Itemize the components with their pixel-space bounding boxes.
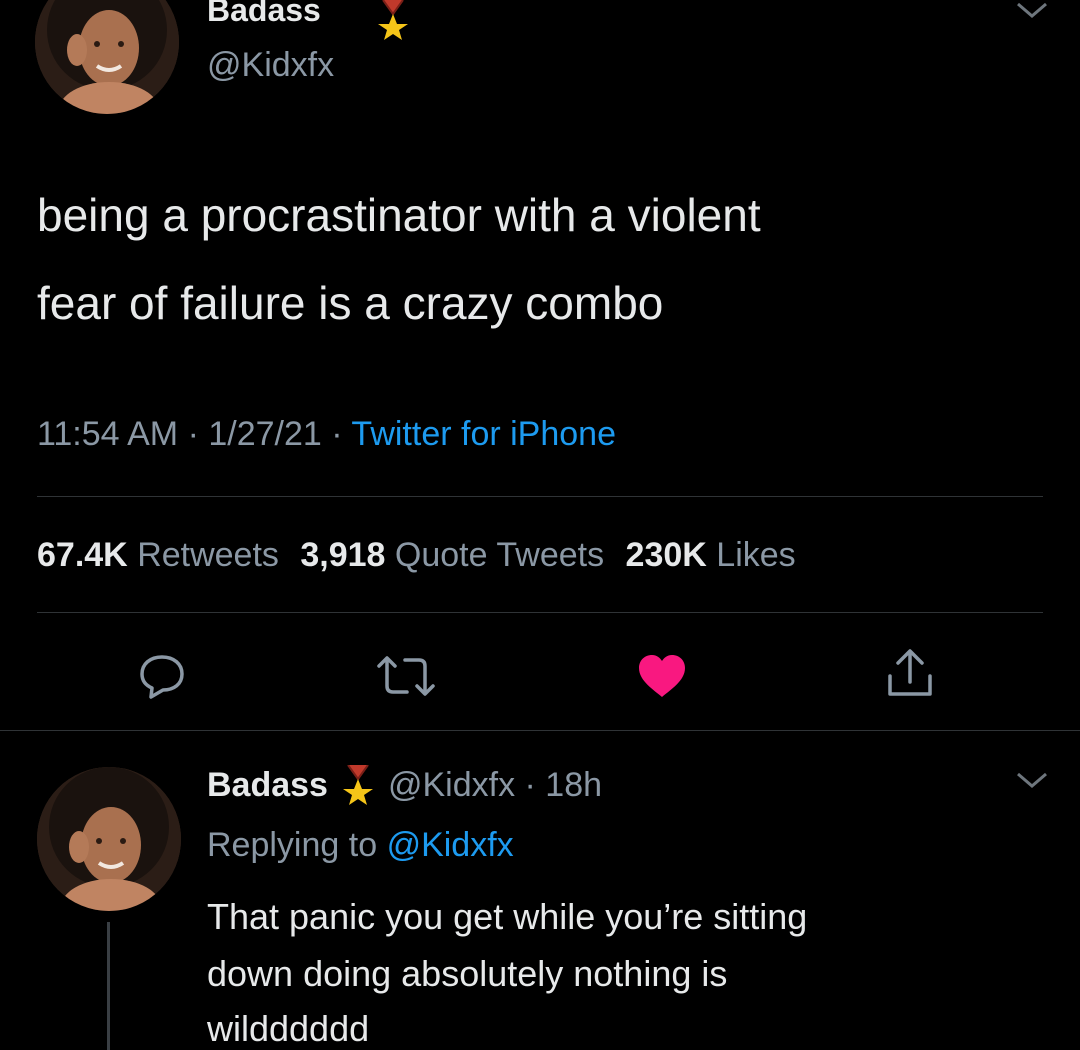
retweets-stat[interactable]: 67.4K Retweets: [37, 536, 279, 574]
reply-icon: [140, 655, 184, 699]
tweet-stats: 67.4K Retweets 3,918 Quote Tweets 230K L…: [37, 536, 796, 575]
divider: [37, 612, 1043, 613]
reply-display-name[interactable]: Badass: [207, 766, 328, 805]
reply-text-line-1: That panic you get while you’re sitting: [207, 896, 808, 937]
avatar[interactable]: [35, 0, 179, 114]
tweet-date[interactable]: 1/27/21: [208, 415, 321, 453]
avatar-image: [35, 0, 179, 114]
reply-text-line-2: down doing absolutely nothing is: [207, 953, 728, 994]
retweet-icon: [377, 656, 435, 696]
quotes-count: 3,918: [300, 536, 386, 574]
reply-handle-time[interactable]: @Kidxfx · 18h: [388, 766, 602, 805]
handle[interactable]: @Kidxfx: [207, 46, 334, 85]
reply-button[interactable]: [130, 648, 194, 704]
tweet-text-line-1: being a procrastinator with a violent: [37, 189, 761, 241]
thread-line: [107, 922, 110, 1050]
chevron-down-icon[interactable]: [1012, 0, 1052, 24]
replying-to-label: Replying to: [207, 826, 378, 864]
divider: [37, 496, 1043, 497]
reply-avatar[interactable]: [37, 767, 181, 911]
likes-stat[interactable]: 230K Likes: [626, 536, 796, 574]
likes-count: 230K: [625, 536, 707, 574]
tweet-meta: 11:54 AM · 1/27/21 · Twitter for iPhone: [37, 415, 616, 454]
like-button[interactable]: [630, 648, 694, 704]
separator: ·: [321, 415, 352, 453]
chevron-down-icon[interactable]: [1012, 770, 1052, 794]
share-icon: [888, 649, 932, 696]
retweets-label: Retweets: [137, 536, 279, 574]
reply-header: Badass @Kidxfx · 18h: [207, 764, 602, 805]
tweet-time[interactable]: 11:54 AM: [37, 415, 178, 453]
like-icon: [639, 655, 685, 697]
tweet-source-link[interactable]: Twitter for iPhone: [351, 415, 616, 453]
medal-icon: [375, 0, 411, 40]
display-name[interactable]: Badass: [207, 0, 321, 29]
reply-text-line-3: wildddddd: [207, 1008, 370, 1049]
quotes-label: Quote Tweets: [394, 536, 605, 574]
avatar-image: [37, 767, 181, 911]
separator: ·: [178, 415, 209, 453]
share-button[interactable]: [878, 644, 942, 704]
replying-to-handle[interactable]: @Kidxfx: [387, 826, 514, 864]
retweet-button[interactable]: [370, 648, 442, 704]
retweets-count: 67.4K: [37, 536, 128, 574]
quotes-stat[interactable]: 3,918 Quote Tweets: [300, 536, 604, 574]
likes-label: Likes: [716, 536, 796, 574]
replying-to: Replying to @Kidxfx: [207, 826, 514, 865]
divider: [0, 730, 1080, 731]
medal-icon: [340, 764, 376, 805]
tweet-text-line-2: fear of failure is a crazy combo: [37, 277, 664, 329]
